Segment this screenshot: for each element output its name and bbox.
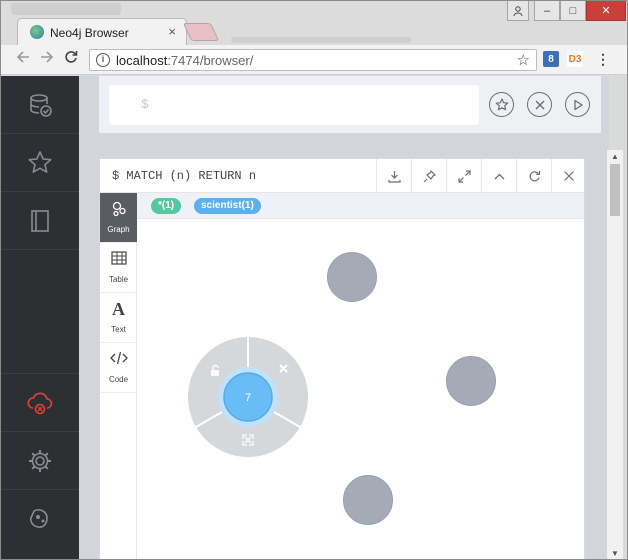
result-frame: $ MATCH (n) RETURN n Graph Table A Text … — [99, 158, 585, 559]
reload-button[interactable] — [61, 50, 81, 69]
graph-node[interactable] — [343, 475, 393, 525]
table-icon — [100, 251, 137, 269]
run-play-icon — [573, 99, 583, 110]
close-window-button[interactable]: ✕ — [586, 1, 626, 21]
legend-all-nodes[interactable]: *(1) — [151, 198, 182, 214]
scroll-up-arrow-icon[interactable]: ▲ — [607, 150, 623, 164]
code-icon — [100, 351, 137, 369]
arrow-left-icon — [16, 51, 29, 63]
tab-table-label: Table — [108, 275, 129, 284]
tab-title: Neo4j Browser — [50, 26, 129, 40]
pin-button[interactable] — [411, 159, 446, 193]
run-button[interactable] — [565, 92, 590, 117]
chrome-menu-icon[interactable]: ⋮ — [595, 51, 611, 67]
documents-book-icon — [31, 209, 49, 232]
new-tab-button[interactable] — [182, 23, 220, 41]
main-content: $ $ MATCH (n) RETURN n Graph Table A Tex… — [79, 76, 609, 559]
clear-x-icon — [535, 100, 544, 109]
favorite-star-icon — [495, 97, 508, 110]
database-icon — [30, 93, 52, 117]
tab-text[interactable]: A Text — [100, 293, 137, 343]
page-scrollbar[interactable]: ▲ ▼ — [607, 150, 623, 559]
profile-button[interactable] — [507, 1, 529, 21]
tab-graph[interactable]: Graph — [100, 193, 137, 243]
scroll-down-arrow-icon[interactable]: ▼ — [607, 547, 623, 559]
pin-icon — [423, 169, 436, 182]
sidebar-item-settings[interactable] — [1, 432, 79, 490]
close-icon — [564, 171, 574, 181]
scroll-thumb[interactable] — [610, 164, 620, 216]
graph-icon — [100, 201, 137, 221]
editor-prompt: $ — [141, 97, 149, 112]
neo4j-favicon-icon — [30, 25, 44, 39]
cypher-editor-input[interactable]: $ — [109, 85, 479, 125]
cypher-editor-bar: $ — [99, 76, 601, 133]
browser-tab-neo4j[interactable]: Neo4j Browser × — [17, 18, 187, 45]
text-icon: A — [112, 299, 125, 319]
selected-node-label: 7 — [245, 392, 251, 404]
fullscreen-button[interactable] — [446, 159, 481, 193]
clear-button[interactable] — [527, 92, 552, 117]
tab-graph-label: Graph — [107, 225, 130, 234]
sidebar-item-connection[interactable] — [1, 374, 79, 432]
download-icon — [387, 170, 401, 183]
bookmark-star-icon[interactable]: ☆ — [517, 51, 530, 69]
graph-svg: 7 — [188, 252, 496, 525]
address-bar[interactable]: i localhost:7474/browser/ ☆ — [89, 49, 537, 71]
tab-code-label: Code — [108, 375, 129, 384]
neo4j-sidebar — [1, 76, 79, 559]
collapse-button[interactable] — [481, 159, 516, 193]
sidebar-item-documents[interactable] — [1, 192, 79, 250]
rerun-button[interactable] — [516, 159, 551, 193]
minimize-button[interactable]: ‒ — [534, 1, 560, 21]
back-button[interactable] — [13, 50, 33, 69]
favorite-button[interactable] — [489, 92, 514, 117]
frame-view-tabs: Graph Table A Text Code — [100, 193, 137, 559]
site-info-icon[interactable]: i — [96, 53, 110, 67]
cloud-disconnected-icon — [27, 392, 53, 414]
browser-toolbar: i localhost:7474/browser/ ☆ 8 D3 ⋮ — [1, 45, 627, 75]
about-neo4j-icon — [30, 509, 48, 528]
graph-node[interactable] — [446, 356, 496, 406]
profile-icon — [513, 5, 523, 16]
d3-icon[interactable]: D3 — [567, 51, 583, 67]
rerun-icon — [529, 170, 540, 181]
tab-table[interactable]: Table — [100, 243, 137, 293]
graph-legend: *(1) scientist(1) — [137, 193, 584, 219]
reload-icon — [65, 51, 78, 63]
tab-text-label: Text — [111, 325, 126, 334]
tab-code[interactable]: Code — [100, 343, 137, 393]
forward-button[interactable] — [37, 50, 57, 69]
arrow-right-icon — [41, 51, 54, 63]
blurred-background-text — [11, 3, 121, 15]
sidebar-spacer — [1, 250, 79, 374]
favorites-star-icon — [28, 150, 52, 173]
maximize-button[interactable]: □ — [560, 1, 586, 21]
sidebar-item-database[interactable] — [1, 76, 79, 134]
tab-strip: Neo4j Browser × ‒ □ ✕ — [1, 1, 627, 45]
frame-query-text[interactable]: $ MATCH (n) RETURN n — [112, 169, 256, 183]
url-text: localhost:7474/browser/ — [116, 53, 254, 68]
legend-scientist[interactable]: scientist(1) — [194, 198, 261, 214]
settings-gear-icon — [29, 449, 51, 472]
collapse-icon — [494, 173, 504, 179]
graph-node[interactable] — [327, 252, 377, 302]
fullscreen-icon — [457, 169, 471, 183]
graph-canvas[interactable]: 7 — [137, 219, 584, 559]
frame-header: $ MATCH (n) RETURN n — [100, 159, 584, 193]
browser-window: Neo4j Browser × ‒ □ ✕ i localhost:7474/b… — [0, 0, 628, 560]
bitwarden-icon[interactable]: 8 — [543, 51, 559, 67]
close-frame-button[interactable] — [551, 159, 586, 193]
sidebar-item-about[interactable] — [1, 490, 79, 548]
tab-close-icon[interactable]: × — [168, 24, 176, 39]
blurred-background-text — [231, 37, 411, 43]
download-button[interactable] — [376, 159, 411, 193]
sidebar-item-favorites[interactable] — [1, 134, 79, 192]
